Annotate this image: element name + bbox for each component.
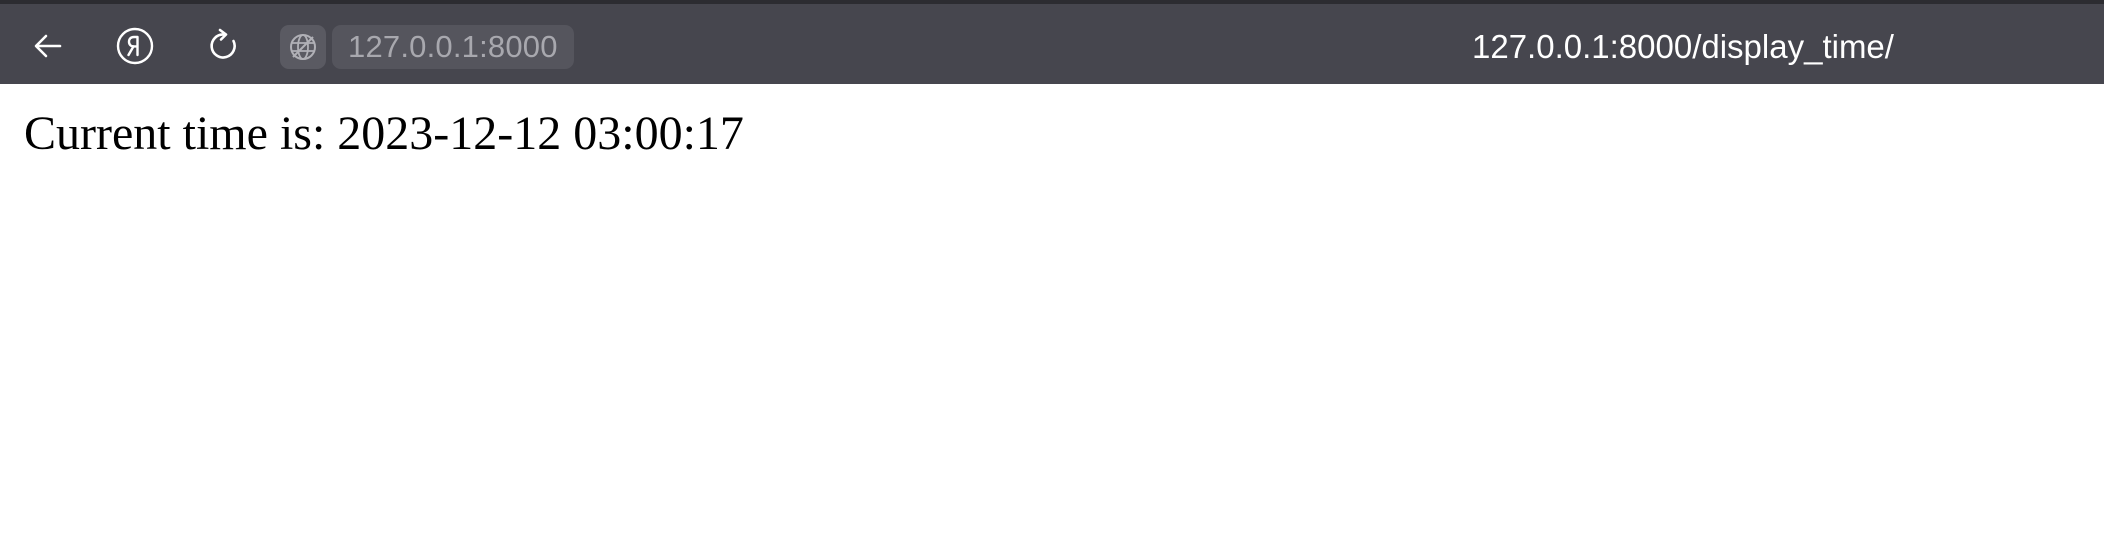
page-content: Current time is: 2023-12-12 03:00:17 (0, 84, 2104, 534)
back-button[interactable] (26, 24, 70, 68)
address-bar-url[interactable]: 127.0.0.1:8000/display_time/ (1472, 25, 1894, 69)
site-info-button[interactable] (280, 25, 326, 69)
address-chip-text: 127.0.0.1:8000 (348, 29, 558, 64)
browser-toolbar: 127.0.0.1:8000 127.0.0.1:8000/display_ti… (0, 0, 2104, 84)
back-arrow-icon (34, 34, 62, 58)
globe-icon (290, 34, 316, 60)
address-chip[interactable]: 127.0.0.1:8000 (332, 25, 574, 69)
reload-icon (210, 28, 236, 59)
yandex-button[interactable] (113, 24, 157, 68)
current-time-text: Current time is: 2023-12-12 03:00:17 (24, 107, 744, 160)
yandex-logo-icon (116, 27, 154, 65)
reload-button[interactable] (202, 24, 246, 68)
